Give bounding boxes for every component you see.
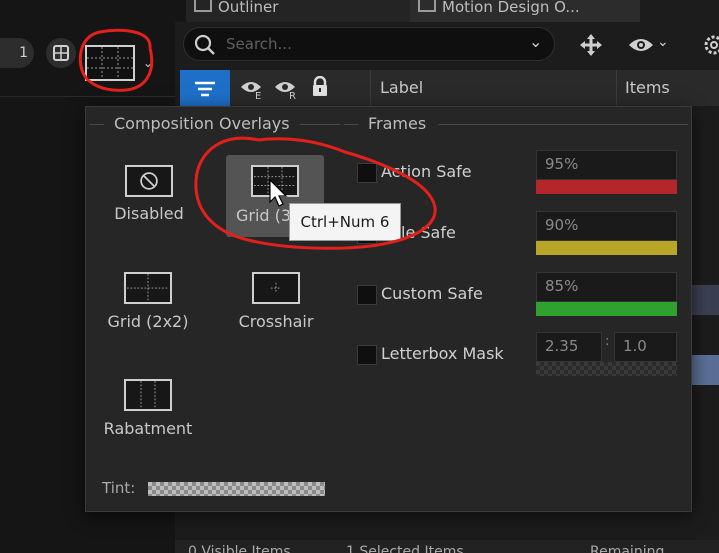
rabatment-overlay-icon [124,379,172,411]
layout-grid-button[interactable] [46,38,76,68]
svg-text:E: E [255,91,261,100]
composition-overlay-button[interactable] [85,45,135,81]
search-dropdown-icon[interactable]: ⌄ [529,32,542,51]
action-safe-value[interactable]: 95% [536,150,677,180]
letterbox-ratio-b[interactable]: 1.0 [614,332,677,362]
column-label-header[interactable]: Label [380,78,423,97]
viewport-counter: 1 [19,45,28,61]
action-safe-color[interactable] [536,180,677,194]
eye-visibility-icon[interactable] [628,36,654,54]
tint-label: Tint: [102,479,136,497]
section-rule [438,124,688,125]
motion-design-icon [418,0,436,12]
title-safe-value[interactable]: 90% [536,211,677,241]
svg-text:R: R [289,91,296,100]
tab-outliner-label: Outliner [218,0,279,16]
shortcut-tooltip: Ctrl+Num 6 [289,203,401,241]
overlay-label-rabatment: Rabatment [103,419,193,438]
custom-safe-label: Custom Safe [381,284,483,303]
outliner-row[interactable] [692,285,719,315]
move-icon[interactable] [578,32,604,58]
custom-safe-color[interactable] [536,302,677,316]
column-separator [370,70,371,106]
tint-color-swatch[interactable] [148,482,325,496]
overlay-option-crosshair[interactable]: Crosshair [228,270,324,340]
disabled-overlay-icon [125,165,173,197]
action-safe-label: Action Safe [381,162,472,181]
filter-button[interactable] [180,70,230,106]
visibility-dropdown-icon[interactable]: ⌄ [657,34,669,50]
grid-3x3-overlay-icon [251,165,299,197]
frames-title: Frames [368,114,427,133]
overlay-label-grid-3x3: Grid (3 [236,206,292,225]
grid-3x3-icon [87,47,133,79]
outliner-icon [194,0,212,12]
search-placeholder: Search... [226,35,292,53]
column-items-header[interactable]: Items [625,78,670,97]
lock-icon[interactable] [310,76,330,98]
tab-motion-design[interactable]: Motion Design O... [410,0,664,22]
overlay-option-disabled[interactable]: Disabled [105,160,193,230]
custom-safe-value[interactable]: 85% [536,272,677,302]
letterbox-mask-color[interactable] [536,362,677,376]
tab-strip-end [640,0,719,22]
overlay-option-rabatment[interactable]: Rabatment [100,376,196,446]
letterbox-mask-checkbox[interactable] [357,345,377,365]
title-safe-label: le Safe [401,223,456,242]
section-rule [90,124,104,125]
composition-overlays-title: Composition Overlays [114,114,290,133]
overlay-label-crosshair: Crosshair [238,312,314,331]
selected-items-count: 1 Selected Items [346,544,464,553]
footer-right-text: Remaining [590,544,665,553]
crosshair-overlay-icon [252,272,300,304]
section-rule [344,124,358,125]
eye-r-icon[interactable]: R [274,78,300,100]
letterbox-mask-label: Letterbox Mask [381,344,504,363]
gear-icon[interactable] [702,34,719,56]
filter-icon [195,81,215,97]
overlay-label-grid-2x2: Grid (2x2) [107,312,189,331]
action-safe-checkbox[interactable] [357,163,377,183]
visible-items-count: 0 Visible Items [188,544,291,553]
column-separator [616,70,617,106]
grid-2x2-overlay-icon [124,272,172,304]
overlay-option-grid-2x2[interactable]: Grid (2x2) [100,270,196,340]
tab-motion-design-label: Motion Design O... [442,0,580,16]
letterbox-ratio-a[interactable]: 2.35 [536,332,602,362]
title-safe-color[interactable] [536,241,677,255]
left-divider [0,96,175,97]
section-rule [300,124,340,125]
tab-outliner[interactable]: Outliner [186,0,434,22]
eye-e-icon[interactable]: E [240,78,266,100]
letterbox-ratio-separator: : [605,334,610,349]
search-icon [194,34,215,55]
overlay-label-disabled: Disabled [114,204,184,223]
search-input[interactable]: Search... ⌄ [183,27,555,61]
chevron-down-icon[interactable]: ⌄ [143,56,153,70]
custom-safe-checkbox[interactable] [357,285,377,305]
viewport-counter-button[interactable]: 1 [0,38,34,68]
layout-grid-icon [53,45,69,61]
outliner-row-selected[interactable] [692,355,719,385]
